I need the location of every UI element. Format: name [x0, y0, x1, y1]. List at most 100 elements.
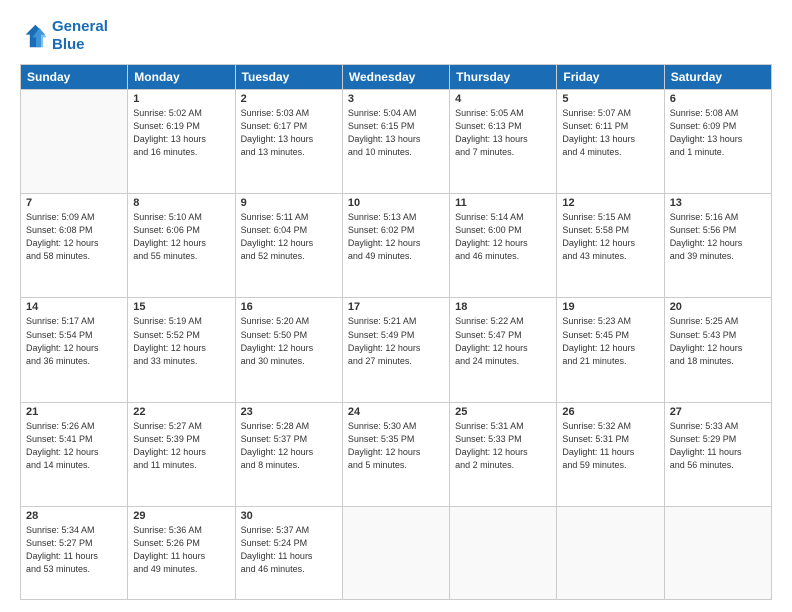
calendar-cell: 29 Sunrise: 5:36 AM Sunset: 5:26 PM Dayli… [128, 506, 235, 599]
calendar-cell: 1 Sunrise: 5:02 AM Sunset: 6:19 PM Daylig… [128, 90, 235, 194]
day-info: Sunrise: 5:03 AM Sunset: 6:17 PM Dayligh… [241, 107, 337, 159]
day-number: 22 [133, 406, 229, 418]
calendar-cell: 24 Sunrise: 5:30 AM Sunset: 5:35 PM Dayli… [342, 402, 449, 506]
day-info: Sunrise: 5:15 AM Sunset: 5:58 PM Dayligh… [562, 211, 658, 263]
day-number: 1 [133, 93, 229, 105]
calendar-cell: 4 Sunrise: 5:05 AM Sunset: 6:13 PM Daylig… [450, 90, 557, 194]
day-number: 17 [348, 301, 444, 313]
day-info: Sunrise: 5:32 AM Sunset: 5:31 PM Dayligh… [562, 420, 658, 472]
calendar-cell: 14Sunrise: 5:17 AM Sunset: 5:54 PM Dayli… [21, 298, 128, 402]
day-info: Sunrise: 5:26 AM Sunset: 5:41 PM Dayligh… [26, 420, 122, 472]
logo-name: General Blue [52, 18, 108, 54]
calendar-cell: 12Sunrise: 5:15 AM Sunset: 5:58 PM Dayli… [557, 194, 664, 298]
calendar-cell: 19 Sunrise: 5:23 AM Sunset: 5:45 PM Dayli… [557, 298, 664, 402]
calendar-cell: 16 Sunrise: 5:20 AM Sunset: 5:50 PM Dayli… [235, 298, 342, 402]
calendar-cell: 6 Sunrise: 5:08 AM Sunset: 6:09 PM Daylig… [664, 90, 771, 194]
calendar-cell: 2 Sunrise: 5:03 AM Sunset: 6:17 PM Daylig… [235, 90, 342, 194]
day-info: Sunrise: 5:31 AM Sunset: 5:33 PM Dayligh… [455, 420, 551, 472]
day-number: 18 [455, 301, 551, 313]
day-info: Sunrise: 5:28 AM Sunset: 5:37 PM Dayligh… [241, 420, 337, 472]
day-number: 3 [348, 93, 444, 105]
day-info: Sunrise: 5:07 AM Sunset: 6:11 PM Dayligh… [562, 107, 658, 159]
day-info: Sunrise: 5:04 AM Sunset: 6:15 PM Dayligh… [348, 107, 444, 159]
week-row: 28 Sunrise: 5:34 AM Sunset: 5:27 PM Dayli… [21, 506, 772, 599]
day-number: 4 [455, 93, 551, 105]
header: General Blue [20, 18, 772, 54]
day-info: Sunrise: 5:14 AM Sunset: 6:00 PM Dayligh… [455, 211, 551, 263]
day-number: 28 [26, 510, 122, 522]
day-info: Sunrise: 5:21 AM Sunset: 5:49 PM Dayligh… [348, 315, 444, 367]
calendar-cell: 28 Sunrise: 5:34 AM Sunset: 5:27 PM Dayli… [21, 506, 128, 599]
weekday-header-row: SundayMondayTuesdayWednesdayThursdayFrid… [21, 65, 772, 90]
calendar-cell: 20 Sunrise: 5:25 AM Sunset: 5:43 PM Dayli… [664, 298, 771, 402]
day-number: 27 [670, 406, 766, 418]
logo: General Blue [20, 18, 108, 54]
day-info: Sunrise: 5:08 AM Sunset: 6:09 PM Dayligh… [670, 107, 766, 159]
day-info: Sunrise: 5:20 AM Sunset: 5:50 PM Dayligh… [241, 315, 337, 367]
day-info: Sunrise: 5:05 AM Sunset: 6:13 PM Dayligh… [455, 107, 551, 159]
calendar-cell [21, 90, 128, 194]
week-row: 21 Sunrise: 5:26 AM Sunset: 5:41 PM Dayli… [21, 402, 772, 506]
day-info: Sunrise: 5:19 AM Sunset: 5:52 PM Dayligh… [133, 315, 229, 367]
day-info: Sunrise: 5:25 AM Sunset: 5:43 PM Dayligh… [670, 315, 766, 367]
day-number: 11 [455, 197, 551, 209]
day-info: Sunrise: 5:27 AM Sunset: 5:39 PM Dayligh… [133, 420, 229, 472]
page: General Blue SundayMondayTuesdayWednesda… [0, 0, 792, 612]
weekday-header: Monday [128, 65, 235, 90]
calendar-cell: 15Sunrise: 5:19 AM Sunset: 5:52 PM Dayli… [128, 298, 235, 402]
weekday-header: Thursday [450, 65, 557, 90]
day-info: Sunrise: 5:33 AM Sunset: 5:29 PM Dayligh… [670, 420, 766, 472]
day-number: 10 [348, 197, 444, 209]
calendar-cell: 3 Sunrise: 5:04 AM Sunset: 6:15 PM Daylig… [342, 90, 449, 194]
day-info: Sunrise: 5:02 AM Sunset: 6:19 PM Dayligh… [133, 107, 229, 159]
day-info: Sunrise: 5:37 AM Sunset: 5:24 PM Dayligh… [241, 524, 337, 576]
week-row: 7 Sunrise: 5:09 AM Sunset: 6:08 PM Daylig… [21, 194, 772, 298]
day-info: Sunrise: 5:34 AM Sunset: 5:27 PM Dayligh… [26, 524, 122, 576]
week-row: 1 Sunrise: 5:02 AM Sunset: 6:19 PM Daylig… [21, 90, 772, 194]
day-number: 2 [241, 93, 337, 105]
day-number: 29 [133, 510, 229, 522]
day-number: 9 [241, 197, 337, 209]
day-info: Sunrise: 5:30 AM Sunset: 5:35 PM Dayligh… [348, 420, 444, 472]
calendar-cell [557, 506, 664, 599]
calendar-cell: 21 Sunrise: 5:26 AM Sunset: 5:41 PM Dayli… [21, 402, 128, 506]
day-number: 16 [241, 301, 337, 313]
calendar-cell [450, 506, 557, 599]
calendar-cell [342, 506, 449, 599]
day-number: 6 [670, 93, 766, 105]
calendar-cell: 11 Sunrise: 5:14 AM Sunset: 6:00 PM Dayli… [450, 194, 557, 298]
calendar-cell [664, 506, 771, 599]
day-number: 21 [26, 406, 122, 418]
calendar-cell: 9 Sunrise: 5:11 AM Sunset: 6:04 PM Daylig… [235, 194, 342, 298]
calendar-cell: 23 Sunrise: 5:28 AM Sunset: 5:37 PM Dayli… [235, 402, 342, 506]
calendar-cell: 8 Sunrise: 5:10 AM Sunset: 6:06 PM Daylig… [128, 194, 235, 298]
day-number: 13 [670, 197, 766, 209]
day-number: 8 [133, 197, 229, 209]
day-info: Sunrise: 5:09 AM Sunset: 6:08 PM Dayligh… [26, 211, 122, 263]
weekday-header: Wednesday [342, 65, 449, 90]
calendar-cell: 10 Sunrise: 5:13 AM Sunset: 6:02 PM Dayli… [342, 194, 449, 298]
calendar-cell: 26 Sunrise: 5:32 AM Sunset: 5:31 PM Dayli… [557, 402, 664, 506]
day-number: 19 [562, 301, 658, 313]
weekday-header: Tuesday [235, 65, 342, 90]
day-number: 20 [670, 301, 766, 313]
day-number: 23 [241, 406, 337, 418]
week-row: 14Sunrise: 5:17 AM Sunset: 5:54 PM Dayli… [21, 298, 772, 402]
day-info: Sunrise: 5:36 AM Sunset: 5:26 PM Dayligh… [133, 524, 229, 576]
calendar-cell: 17 Sunrise: 5:21 AM Sunset: 5:49 PM Dayli… [342, 298, 449, 402]
weekday-header: Saturday [664, 65, 771, 90]
day-info: Sunrise: 5:13 AM Sunset: 6:02 PM Dayligh… [348, 211, 444, 263]
weekday-header: Friday [557, 65, 664, 90]
day-info: Sunrise: 5:22 AM Sunset: 5:47 PM Dayligh… [455, 315, 551, 367]
calendar-cell: 5 Sunrise: 5:07 AM Sunset: 6:11 PM Daylig… [557, 90, 664, 194]
day-number: 24 [348, 406, 444, 418]
weekday-header: Sunday [21, 65, 128, 90]
day-info: Sunrise: 5:11 AM Sunset: 6:04 PM Dayligh… [241, 211, 337, 263]
day-number: 5 [562, 93, 658, 105]
day-info: Sunrise: 5:23 AM Sunset: 5:45 PM Dayligh… [562, 315, 658, 367]
day-number: 26 [562, 406, 658, 418]
day-number: 7 [26, 197, 122, 209]
calendar-cell: 18 Sunrise: 5:22 AM Sunset: 5:47 PM Dayli… [450, 298, 557, 402]
day-number: 14 [26, 301, 122, 313]
day-info: Sunrise: 5:10 AM Sunset: 6:06 PM Dayligh… [133, 211, 229, 263]
